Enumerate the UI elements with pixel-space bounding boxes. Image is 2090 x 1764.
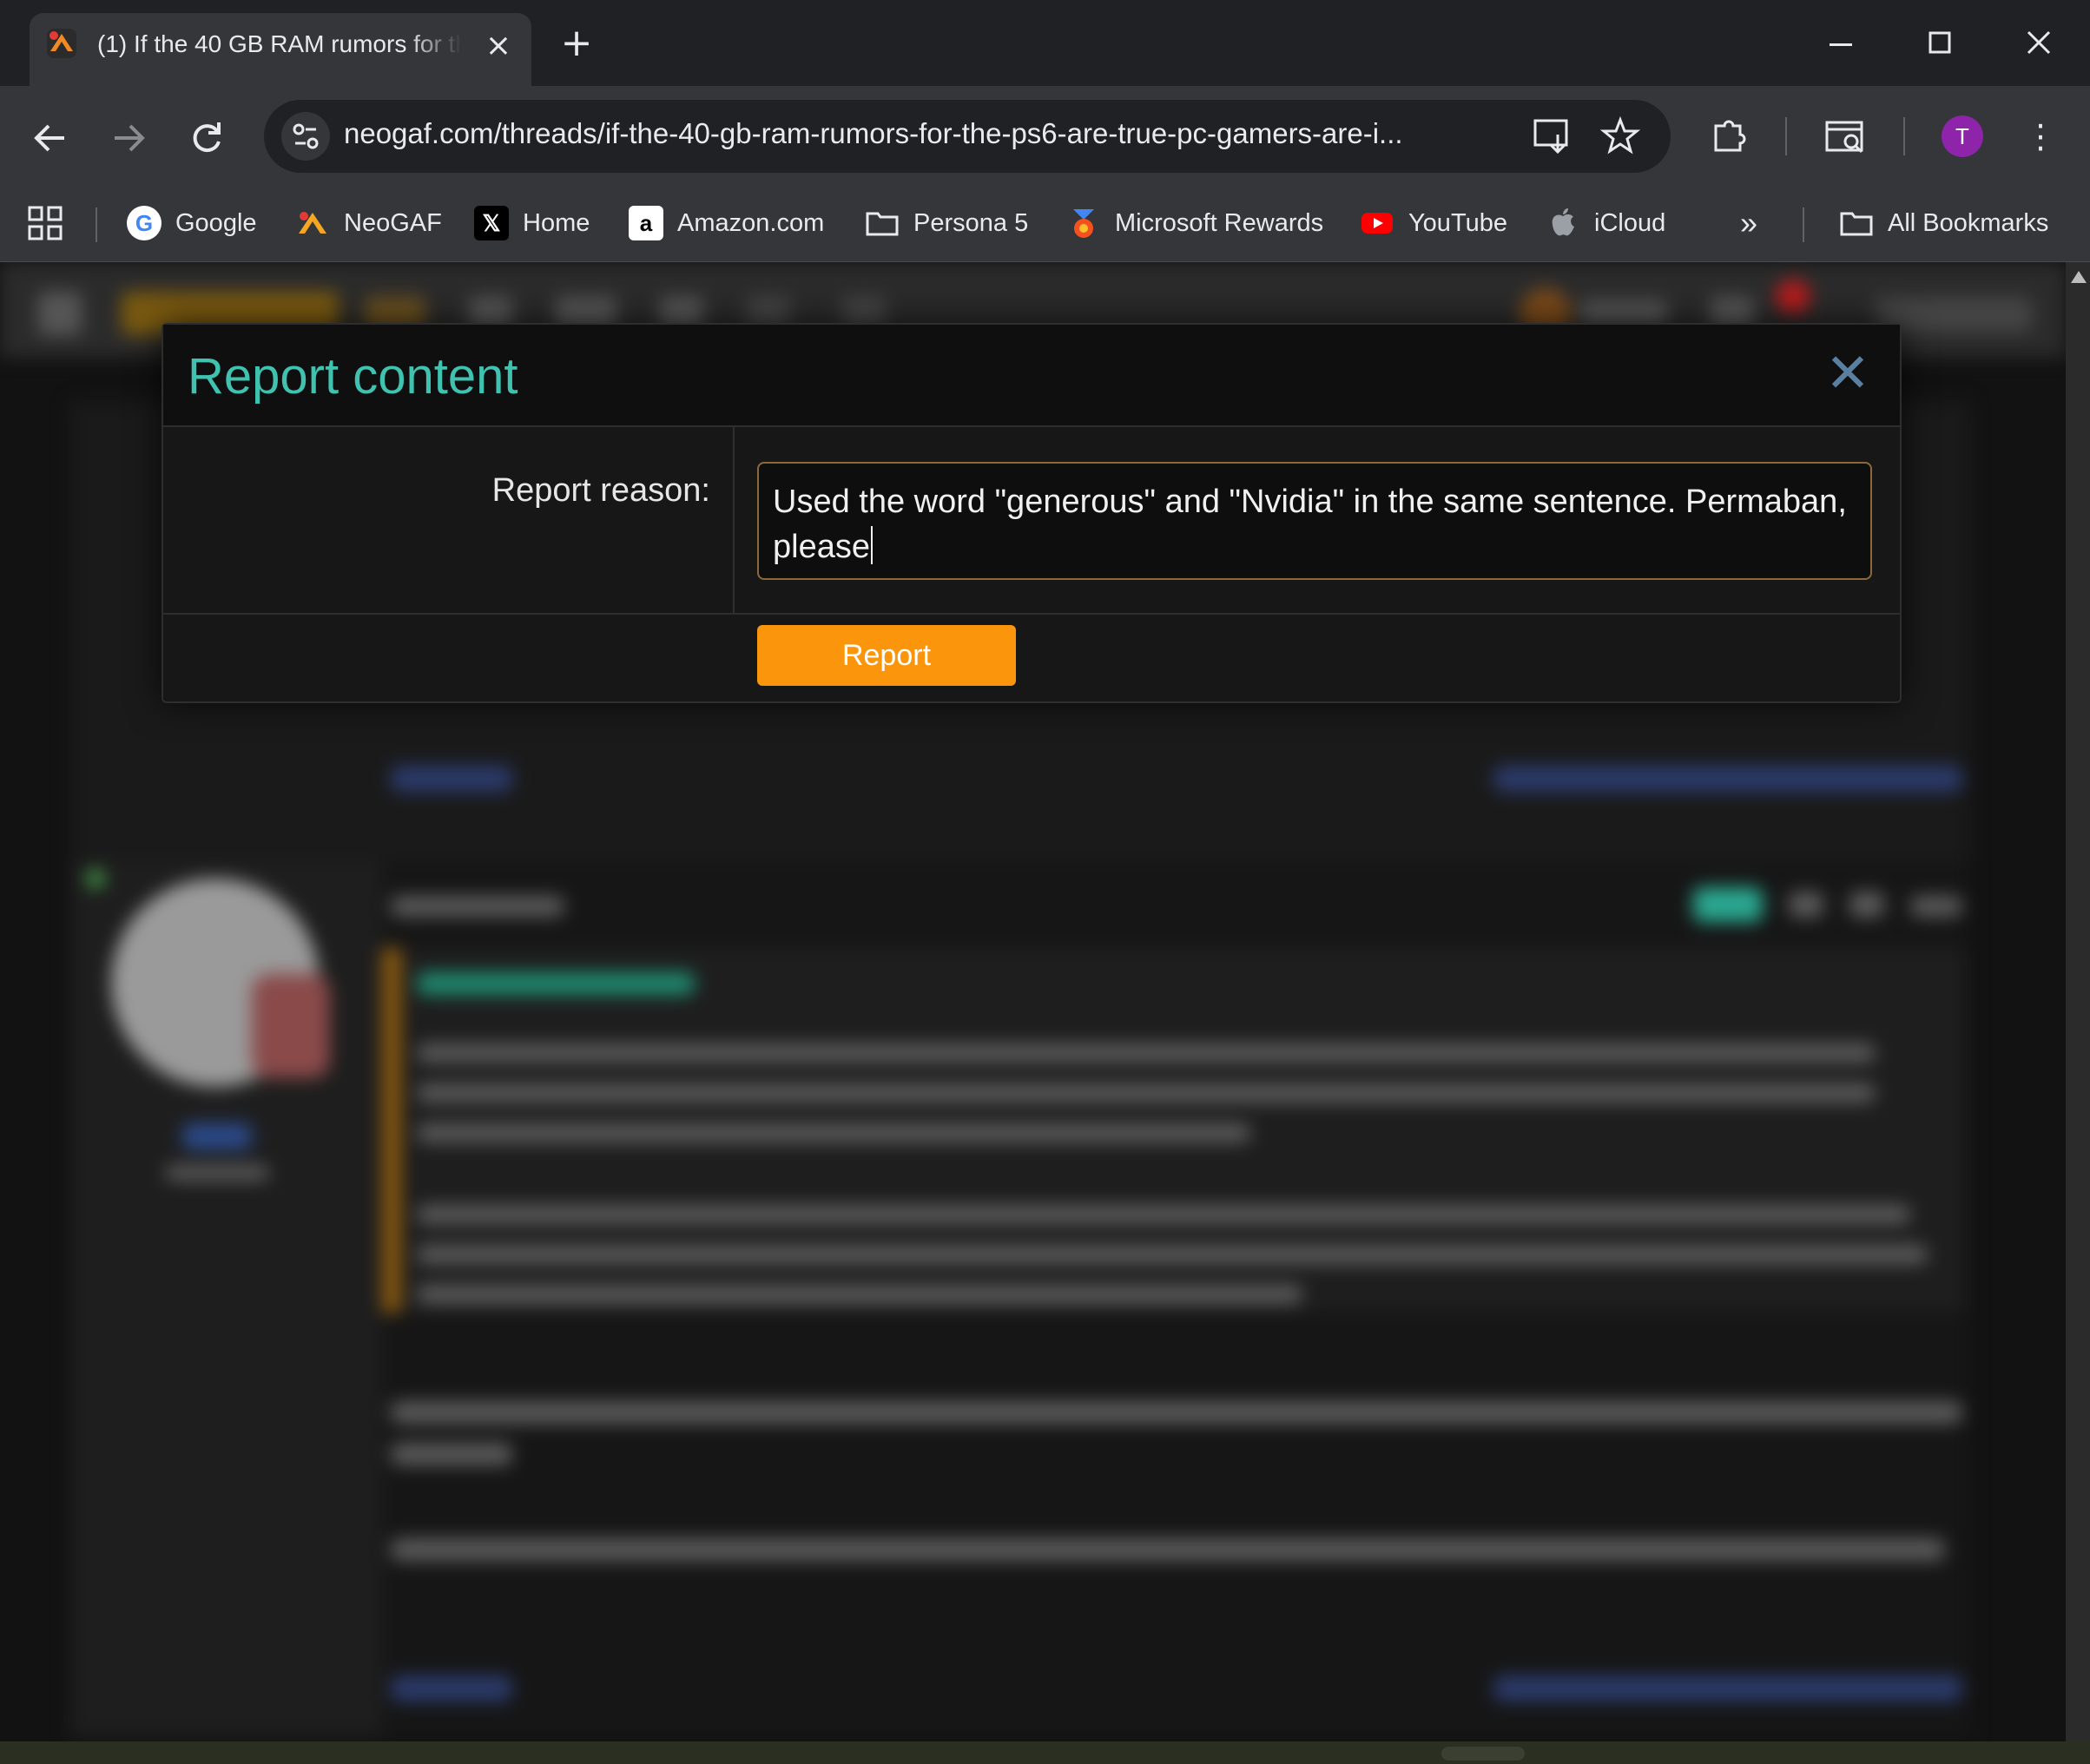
bookmark-label: Amazon.com	[677, 208, 825, 237]
browser-window: (1) If the 40 GB RAM rumors for the PS6 …	[0, 0, 2090, 1764]
all-bookmarks-label: All Bookmarks	[1888, 208, 2049, 237]
bookmark-youtube[interactable]: YouTube	[1360, 199, 1507, 247]
bookmark-icloud[interactable]: iCloud	[1546, 199, 1665, 247]
toolbar-divider	[1903, 117, 1905, 155]
bookmark-star-icon[interactable]	[1599, 115, 1641, 157]
folder-icon	[1839, 206, 1874, 240]
horizontal-scroll-thumb[interactable]	[1441, 1747, 1525, 1761]
window-close-button[interactable]	[2013, 17, 2065, 69]
bookmark-label: Google	[175, 208, 257, 237]
forward-button[interactable]	[102, 112, 155, 164]
tune-icon	[293, 123, 319, 149]
minimize-button[interactable]	[1815, 17, 1867, 69]
window-close-icon	[2027, 30, 2051, 55]
browser-toolbar: neogaf.com/threads/if-the-40-gb-ram-rumo…	[0, 86, 2090, 187]
neogaf-icon	[295, 206, 330, 240]
report-reason-textarea[interactable]: Used the word "generous" and "Nvidia" in…	[757, 462, 1872, 580]
report-reason-row: Report reason: Used the word "generous" …	[163, 427, 1900, 615]
google-icon: G	[127, 206, 162, 240]
bookmark-label: Persona 5	[913, 208, 1029, 237]
page-scrollbar[interactable]	[2066, 262, 2090, 1741]
tab-close-icon[interactable]: ×	[481, 29, 516, 63]
maximize-icon	[1928, 31, 1951, 54]
extensions-icon[interactable]	[1705, 112, 1754, 161]
reload-button[interactable]	[181, 112, 233, 164]
forward-arrow-icon	[115, 124, 145, 152]
reload-icon	[193, 122, 221, 153]
dialog-close-icon[interactable]: ✕	[1818, 344, 1877, 403]
back-button[interactable]	[24, 112, 76, 164]
bookmarks-bar: G Google NeoGAF 𝕏 Home a Amazon.com Pers…	[0, 187, 2090, 262]
report-reason-text: Used the word "generous" and "Nvidia" in…	[773, 484, 1847, 565]
bookmark-persona-5[interactable]: Persona 5	[865, 199, 1028, 247]
report-reason-label: Report reason:	[491, 472, 710, 509]
url-text[interactable]: neogaf.com/threads/if-the-40-gb-ram-rumo…	[344, 117, 1507, 155]
rewards-icon	[1066, 206, 1101, 240]
youtube-icon	[1360, 206, 1394, 240]
bookmark-google[interactable]: G Google	[127, 199, 257, 247]
tab-strip: (1) If the 40 GB RAM rumors for the PS6 …	[0, 0, 2090, 86]
dialog-header: Report content ✕	[163, 325, 1900, 427]
minimize-icon	[1830, 43, 1852, 46]
bookmark-microsoft-rewards[interactable]: Microsoft Rewards	[1066, 199, 1323, 247]
bookmark-label: Home	[523, 208, 590, 237]
active-tab[interactable]: (1) If the 40 GB RAM rumors for the PS6 …	[30, 13, 531, 86]
bookmarks-divider	[1803, 207, 1804, 242]
bookmark-label: YouTube	[1408, 208, 1507, 237]
report-submit-button[interactable]: Report	[757, 625, 1016, 686]
scroll-up-arrow-icon[interactable]	[2071, 271, 2087, 283]
install-app-icon[interactable]	[1532, 115, 1573, 157]
horizontal-scroll-track	[0, 1741, 2090, 1764]
profile-avatar[interactable]: T	[1942, 115, 1983, 157]
bookmark-neogaf[interactable]: NeoGAF	[295, 199, 442, 247]
tab-search-icon[interactable]	[1822, 112, 1870, 161]
bookmarks-overflow-button[interactable]: »	[1740, 199, 1757, 247]
label-cell: Report reason:	[163, 427, 735, 613]
all-bookmarks-button[interactable]: All Bookmarks	[1839, 199, 2048, 247]
toolbar-divider	[1785, 117, 1787, 155]
report-content-dialog: Report content ✕ Report reason: Used the…	[162, 323, 1902, 703]
bookmark-label: Microsoft Rewards	[1115, 208, 1324, 237]
address-bar[interactable]: neogaf.com/threads/if-the-40-gb-ram-rumo…	[264, 100, 1671, 173]
folder-icon	[865, 206, 900, 240]
apps-grid-icon[interactable]	[26, 199, 64, 247]
x-icon: 𝕏	[474, 206, 509, 240]
bookmark-label: iCloud	[1594, 208, 1666, 237]
tab-title: (1) If the 40 GB RAM rumors for the PS6 …	[97, 30, 462, 57]
new-tab-button[interactable]: +	[556, 24, 597, 66]
amazon-icon: a	[629, 206, 663, 240]
menu-kebab-icon[interactable]: ⋮	[2016, 112, 2065, 161]
site-info-button[interactable]	[281, 112, 330, 161]
maximize-button[interactable]	[1914, 17, 1966, 69]
bookmark-home[interactable]: 𝕏 Home	[474, 199, 590, 247]
bookmarks-divider	[96, 207, 97, 242]
bookmark-label: NeoGAF	[344, 208, 442, 237]
text-caret	[870, 526, 873, 564]
apple-icon	[1546, 206, 1580, 240]
dialog-title: Report content	[188, 348, 518, 405]
neogaf-favicon-icon	[47, 29, 76, 58]
bookmark-amazon[interactable]: a Amazon.com	[629, 199, 824, 247]
back-arrow-icon	[34, 124, 64, 152]
